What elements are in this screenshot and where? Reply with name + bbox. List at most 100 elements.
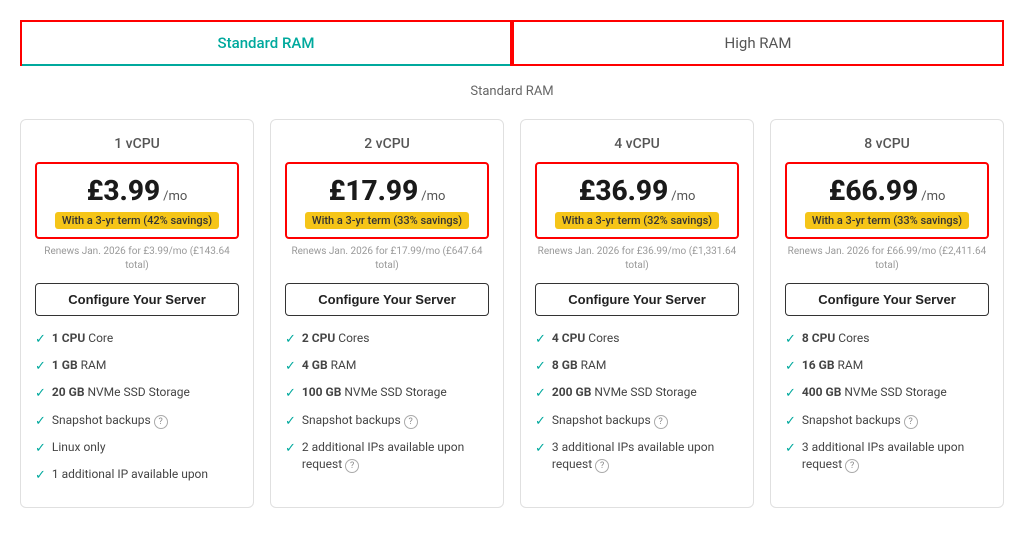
renews-text: Renews Jan. 2026 for £3.99/mo (£143.64 t… bbox=[35, 245, 239, 273]
tab-bar: Standard RAM High RAM bbox=[20, 20, 1004, 66]
price-main: £66.99 /mo bbox=[795, 174, 979, 207]
help-icon[interactable]: ? bbox=[154, 415, 168, 429]
feature-item: ✓ 3 additional IPs available upon reques… bbox=[785, 439, 989, 473]
features-list-plan-4vcpu: ✓ 4 CPU Cores ✓ 8 GB RAM ✓ 200 GB NVMe S… bbox=[535, 330, 739, 473]
configure-button-plan-2vcpu[interactable]: Configure Your Server bbox=[285, 283, 489, 316]
feature-text: 400 GB NVMe SSD Storage bbox=[802, 384, 947, 401]
feature-item: ✓ 200 GB NVMe SSD Storage bbox=[535, 384, 739, 403]
check-icon: ✓ bbox=[535, 358, 546, 376]
price-main: £36.99 /mo bbox=[545, 174, 729, 207]
feature-item: ✓ Linux only bbox=[35, 439, 239, 458]
feature-item: ✓ 1 CPU Core bbox=[35, 330, 239, 349]
feature-text: Snapshot backups? bbox=[302, 412, 418, 429]
configure-button-plan-4vcpu[interactable]: Configure Your Server bbox=[535, 283, 739, 316]
check-icon: ✓ bbox=[535, 413, 546, 431]
plan-card-plan-8vcpu: 8 vCPU £66.99 /mo With a 3-yr term (33% … bbox=[770, 119, 1004, 508]
price-per: /mo bbox=[921, 189, 945, 204]
check-icon: ✓ bbox=[285, 385, 296, 403]
plan-title: 8 vCPU bbox=[785, 136, 989, 152]
feature-text: 2 additional IPs available upon request? bbox=[302, 439, 489, 473]
feature-text: 4 GB RAM bbox=[302, 357, 356, 374]
tab-high-ram[interactable]: High RAM bbox=[512, 20, 1004, 66]
check-icon: ✓ bbox=[785, 385, 796, 403]
check-icon: ✓ bbox=[285, 358, 296, 376]
savings-badge: With a 3-yr term (42% savings) bbox=[55, 212, 219, 229]
section-label: Standard RAM bbox=[20, 84, 1004, 99]
price-per: /mo bbox=[163, 189, 187, 204]
help-icon[interactable]: ? bbox=[845, 459, 859, 473]
price-amount: £3.99 bbox=[87, 174, 160, 207]
feature-text: 20 GB NVMe SSD Storage bbox=[52, 384, 190, 401]
help-icon[interactable]: ? bbox=[654, 415, 668, 429]
feature-item: ✓ Snapshot backups? bbox=[785, 412, 989, 431]
help-icon[interactable]: ? bbox=[595, 459, 609, 473]
check-icon: ✓ bbox=[785, 413, 796, 431]
check-icon: ✓ bbox=[285, 440, 296, 458]
configure-button-plan-1vcpu[interactable]: Configure Your Server bbox=[35, 283, 239, 316]
plan-title: 1 vCPU bbox=[35, 136, 239, 152]
feature-text: 200 GB NVMe SSD Storage bbox=[552, 384, 697, 401]
check-icon: ✓ bbox=[35, 440, 46, 458]
price-box: £66.99 /mo With a 3-yr term (33% savings… bbox=[785, 162, 989, 239]
feature-text: 8 GB RAM bbox=[552, 357, 606, 374]
check-icon: ✓ bbox=[35, 413, 46, 431]
feature-text: 100 GB NVMe SSD Storage bbox=[302, 384, 447, 401]
price-main: £3.99 /mo bbox=[45, 174, 229, 207]
price-main: £17.99 /mo bbox=[295, 174, 479, 207]
help-icon[interactable]: ? bbox=[404, 415, 418, 429]
features-list-plan-2vcpu: ✓ 2 CPU Cores ✓ 4 GB RAM ✓ 100 GB NVMe S… bbox=[285, 330, 489, 473]
features-list-plan-8vcpu: ✓ 8 CPU Cores ✓ 16 GB RAM ✓ 400 GB NVMe … bbox=[785, 330, 989, 473]
feature-item: ✓ 8 CPU Cores bbox=[785, 330, 989, 349]
check-icon: ✓ bbox=[535, 385, 546, 403]
plan-card-plan-2vcpu: 2 vCPU £17.99 /mo With a 3-yr term (33% … bbox=[270, 119, 504, 508]
feature-text: 16 GB RAM bbox=[802, 357, 863, 374]
tab-standard-ram-label: Standard RAM bbox=[218, 34, 315, 52]
savings-badge: With a 3-yr term (32% savings) bbox=[555, 212, 719, 229]
feature-text: Linux only bbox=[52, 439, 106, 456]
plan-title: 4 vCPU bbox=[535, 136, 739, 152]
features-list-plan-1vcpu: ✓ 1 CPU Core ✓ 1 GB RAM ✓ 20 GB NVMe SSD… bbox=[35, 330, 239, 485]
plan-card-plan-4vcpu: 4 vCPU £36.99 /mo With a 3-yr term (32% … bbox=[520, 119, 754, 508]
feature-item: ✓ 16 GB RAM bbox=[785, 357, 989, 376]
feature-item: ✓ 1 GB RAM bbox=[35, 357, 239, 376]
feature-item: ✓ 400 GB NVMe SSD Storage bbox=[785, 384, 989, 403]
check-icon: ✓ bbox=[785, 440, 796, 458]
feature-item: ✓ Snapshot backups? bbox=[535, 412, 739, 431]
check-icon: ✓ bbox=[35, 385, 46, 403]
check-icon: ✓ bbox=[285, 331, 296, 349]
price-box: £3.99 /mo With a 3-yr term (42% savings) bbox=[35, 162, 239, 239]
feature-text: 1 CPU Core bbox=[52, 330, 113, 347]
savings-badge: With a 3-yr term (33% savings) bbox=[305, 212, 469, 229]
feature-text: Snapshot backups? bbox=[552, 412, 668, 429]
renews-text: Renews Jan. 2026 for £36.99/mo (£1,331.6… bbox=[535, 245, 739, 273]
price-per: /mo bbox=[421, 189, 445, 204]
tab-high-ram-label: High RAM bbox=[725, 34, 792, 52]
feature-text: 3 additional IPs available upon request? bbox=[552, 439, 739, 473]
help-icon[interactable]: ? bbox=[904, 415, 918, 429]
check-icon: ✓ bbox=[35, 358, 46, 376]
feature-item: ✓ 8 GB RAM bbox=[535, 357, 739, 376]
help-icon[interactable]: ? bbox=[345, 459, 359, 473]
check-icon: ✓ bbox=[535, 440, 546, 458]
feature-item: ✓ 3 additional IPs available upon reques… bbox=[535, 439, 739, 473]
feature-text: 1 additional IP available upon bbox=[52, 466, 208, 483]
check-icon: ✓ bbox=[285, 413, 296, 431]
price-box: £17.99 /mo With a 3-yr term (33% savings… bbox=[285, 162, 489, 239]
feature-text: 1 GB RAM bbox=[52, 357, 106, 374]
feature-item: ✓ 1 additional IP available upon bbox=[35, 466, 239, 485]
price-amount: £36.99 bbox=[579, 174, 669, 207]
feature-item: ✓ 4 CPU Cores bbox=[535, 330, 739, 349]
feature-text: 4 CPU Cores bbox=[552, 330, 620, 347]
feature-text: 3 additional IPs available upon request? bbox=[802, 439, 989, 473]
feature-text: 8 CPU Cores bbox=[802, 330, 870, 347]
savings-badge: With a 3-yr term (33% savings) bbox=[805, 212, 969, 229]
price-per: /mo bbox=[671, 189, 695, 204]
plan-title: 2 vCPU bbox=[285, 136, 489, 152]
configure-button-plan-8vcpu[interactable]: Configure Your Server bbox=[785, 283, 989, 316]
check-icon: ✓ bbox=[785, 358, 796, 376]
check-icon: ✓ bbox=[35, 331, 46, 349]
feature-text: Snapshot backups? bbox=[52, 412, 168, 429]
price-amount: £17.99 bbox=[329, 174, 419, 207]
check-icon: ✓ bbox=[35, 467, 46, 485]
tab-standard-ram[interactable]: Standard RAM bbox=[20, 20, 512, 66]
